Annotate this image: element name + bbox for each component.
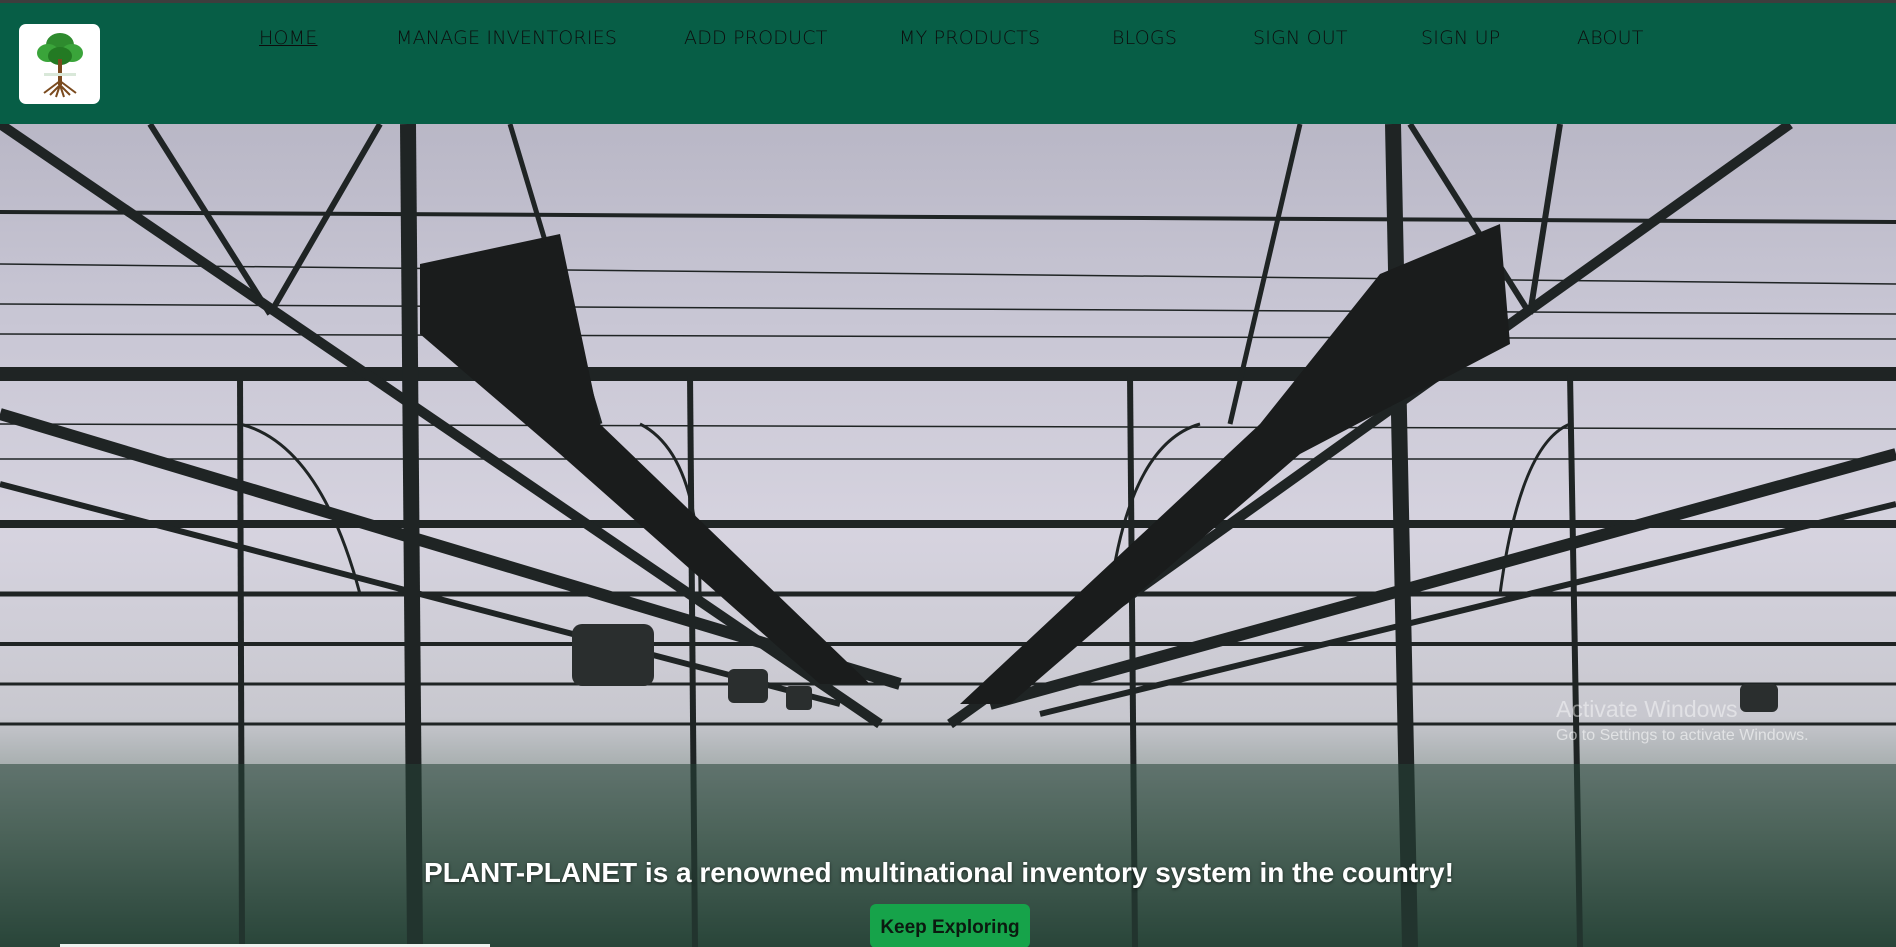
nav-sign-up-link[interactable]: SIGN UP <box>1421 27 1500 49</box>
nav-sign-out-link[interactable]: SIGN OUT <box>1253 27 1348 49</box>
nav-add-product-link[interactable]: ADD PRODUCT <box>684 27 828 49</box>
hero-tagline-text: PLANT-PLANET is a renowned multinational… <box>424 857 1454 888</box>
tree-icon <box>36 33 83 98</box>
windows-activation-title: Activate Windows <box>1556 696 1738 722</box>
windows-activation-subtitle: Go to Settings to activate Windows. <box>1556 727 1809 744</box>
nav-blogs-link[interactable]: BLOGS <box>1112 27 1177 49</box>
site-logo[interactable] <box>19 24 100 104</box>
nav-home-link[interactable]: HOME <box>259 27 317 49</box>
site-header: HOME MANAGE INVENTORIES ADD PRODUCT MY P… <box>0 3 1896 124</box>
keep-exploring-button[interactable]: Keep Exploring <box>870 904 1030 947</box>
hero-tagline: PLANT-PLANET is a renowned multinational… <box>0 857 1896 889</box>
nav-about-link[interactable]: ABOUT <box>1577 27 1644 49</box>
greenhouse-background-image <box>0 124 1896 947</box>
nav-my-products-link[interactable]: MY PRODUCTS <box>899 27 1040 49</box>
nav-manage-inventories-link[interactable]: MANAGE INVENTORIES <box>396 27 617 49</box>
hero-banner: Activate Windows Go to Settings to activ… <box>0 124 1896 947</box>
